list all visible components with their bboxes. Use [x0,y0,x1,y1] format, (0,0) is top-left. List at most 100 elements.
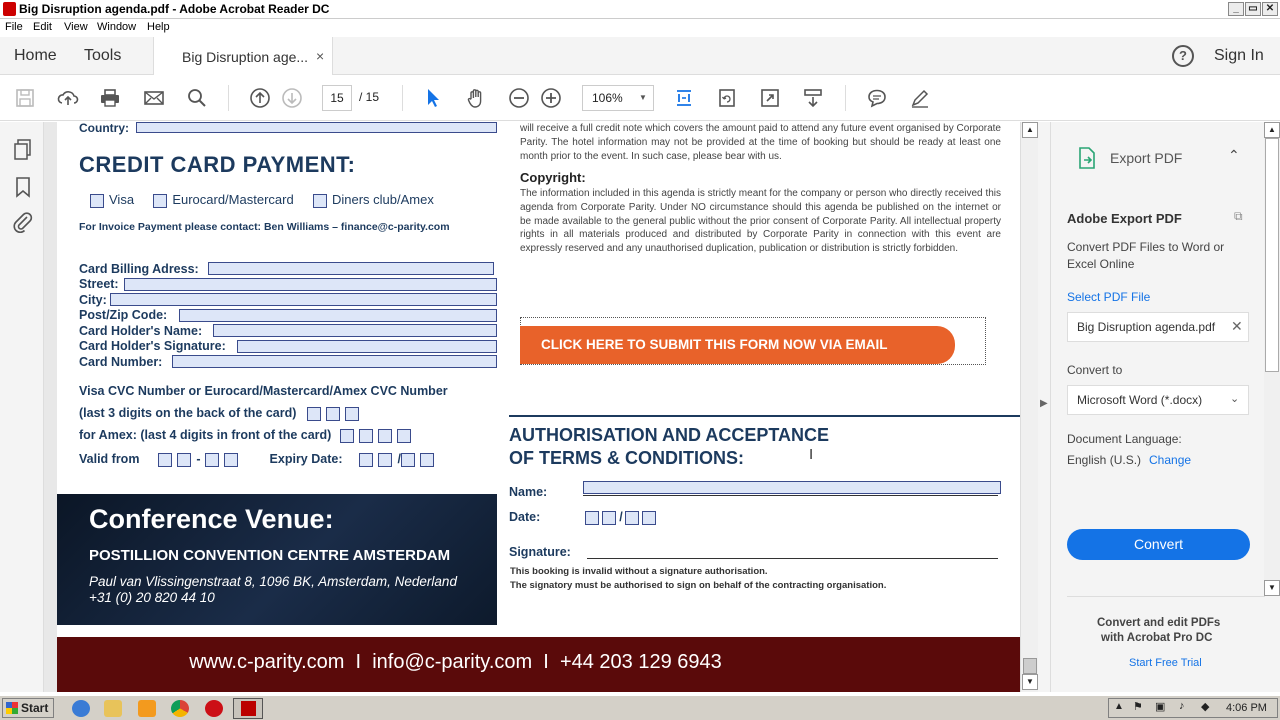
amex-digit-box[interactable] [397,428,412,443]
signature-line[interactable] [587,558,998,559]
valid-from-box[interactable] [177,452,192,467]
comment-icon[interactable] [865,86,889,110]
start-button[interactable]: Start [2,698,54,718]
convert-to-select[interactable]: Microsoft Word (*.docx) ⌄ [1067,385,1249,415]
close-tab-icon[interactable]: × [316,48,324,64]
hand-tool-icon[interactable] [464,86,488,110]
clock[interactable]: 4:06 PM [1226,702,1267,714]
scroll-up-arrow[interactable]: ▲ [1022,122,1038,138]
close-window-button[interactable]: ✕ [1262,2,1278,16]
pen-icon[interactable] [908,86,932,110]
cvc-digit-box[interactable] [307,406,322,421]
internet-explorer-icon[interactable] [72,700,90,717]
scroll-down-arrow[interactable]: ▼ [1264,580,1280,596]
billing-address-field[interactable] [208,262,494,275]
next-page-icon[interactable] [280,86,304,110]
bookmark-icon[interactable] [14,176,32,198]
city-field[interactable] [110,293,497,306]
amex-digit-box[interactable] [340,428,355,443]
document-tab[interactable]: Big Disruption age... × [153,37,333,75]
expiry-box[interactable] [378,452,393,467]
document-scrollbar[interactable]: ▲ ▼ [1020,122,1038,692]
street-field[interactable] [124,278,497,291]
fit-page-icon[interactable] [672,86,696,110]
date-box[interactable] [624,510,639,525]
previous-page-icon[interactable] [248,86,272,110]
email-icon[interactable] [142,86,166,110]
tray-arrow-icon[interactable]: ▲ [1114,701,1124,712]
page-number-input[interactable]: 15 [322,85,352,111]
attachment-icon[interactable] [12,210,34,234]
amex-digit-box[interactable] [359,428,374,443]
expiry-box[interactable] [400,452,415,467]
save-icon[interactable] [13,86,37,110]
acrobat-taskbar-button[interactable] [233,698,263,719]
scroll-thumb[interactable] [1023,658,1037,674]
menu-file[interactable]: File [5,21,23,33]
scroll-up-arrow[interactable]: ▲ [1264,122,1280,138]
menu-help[interactable]: Help [147,21,170,33]
expiry-box[interactable] [359,452,374,467]
select-cursor-icon[interactable] [421,86,445,110]
scroll-down-arrow[interactable]: ▼ [1022,674,1038,690]
minimize-button[interactable]: _ [1228,2,1244,16]
network-icon[interactable]: ▣ [1155,700,1165,713]
card-holder-signature-field[interactable] [237,340,497,353]
start-free-trial-link[interactable]: Start Free Trial [1129,657,1202,669]
clear-file-icon[interactable]: ✕ [1231,318,1243,335]
selected-file-field[interactable]: Big Disruption agenda.pdf [1067,312,1249,342]
volume-icon[interactable]: ♪ [1179,700,1185,712]
flag-icon[interactable]: ⚑ [1133,700,1143,713]
convert-button[interactable]: Convert [1067,529,1250,560]
tools-tab[interactable]: Tools [84,47,121,65]
date-box[interactable] [641,510,656,525]
card-holder-name-field[interactable] [213,324,497,337]
copy-icon[interactable]: ⧉ [1234,209,1243,224]
menu-edit[interactable]: Edit [33,21,52,33]
pane-splitter[interactable]: ▶ [1038,122,1050,692]
restore-button[interactable]: ▭ [1245,2,1261,16]
right-pane-scrollbar[interactable]: ▲ ▼ [1264,122,1280,596]
zoom-in-icon[interactable] [539,86,563,110]
scroll-mode-icon[interactable] [801,86,825,110]
name-field[interactable] [583,481,1001,494]
expand-arrow-icon[interactable]: ▶ [1040,398,1048,409]
media-player-icon[interactable] [138,700,156,717]
menu-window[interactable]: Window [97,21,136,33]
chrome-icon[interactable] [171,700,189,717]
date-box[interactable] [585,510,600,525]
cvc-digit-box[interactable] [345,406,360,421]
valid-from-box[interactable] [158,452,173,467]
expiry-box[interactable] [419,452,434,467]
cloud-upload-icon[interactable] [56,86,80,110]
help-icon[interactable]: ? [1172,45,1194,67]
document-view[interactable]: Country: CREDIT CARD PAYMENT: Visa Euroc… [44,122,1020,692]
pages-icon[interactable] [12,138,34,162]
card-number-field[interactable] [172,355,497,368]
export-pdf-title[interactable]: Export PDF [1110,150,1182,166]
home-tab[interactable]: Home [14,47,57,65]
zoom-out-icon[interactable] [507,86,531,110]
opera-icon[interactable] [205,700,223,717]
scroll-thumb[interactable] [1265,138,1279,372]
amex-digit-box[interactable] [378,428,393,443]
select-pdf-link[interactable]: Select PDF File [1067,290,1150,304]
date-box[interactable] [602,510,617,525]
security-icon[interactable]: ◆ [1201,700,1209,713]
zip-code-field[interactable] [179,309,497,322]
chevron-up-icon[interactable]: ⌃ [1228,147,1240,164]
folder-icon[interactable] [104,700,122,717]
cvc-digit-box[interactable] [326,406,341,421]
sign-in-link[interactable]: Sign In [1214,47,1264,65]
menu-view[interactable]: View [64,21,88,33]
change-language-link[interactable]: Change [1149,453,1191,467]
full-screen-icon[interactable] [758,86,782,110]
submit-via-email-button[interactable]: CLICK HERE TO SUBMIT THIS FORM NOW VIA E… [520,326,955,364]
visa-checkbox[interactable] [90,193,104,208]
print-icon[interactable] [98,86,122,110]
zoom-level-select[interactable]: 106% ▼ [582,85,654,111]
diners-checkbox[interactable] [312,193,327,208]
eurocard-checkbox[interactable] [153,193,168,208]
valid-from-box[interactable] [223,452,238,467]
valid-from-box[interactable] [204,452,219,467]
